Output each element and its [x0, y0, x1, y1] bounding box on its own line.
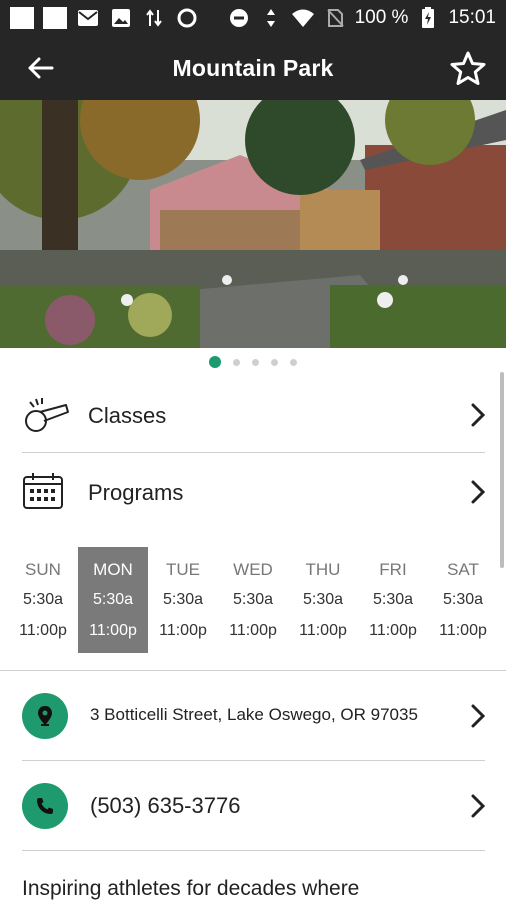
- carousel-dot[interactable]: [252, 358, 259, 366]
- notification-square-icon: [43, 7, 67, 29]
- close-time: 11:00p: [439, 622, 487, 639]
- address-text: 3 Botticelli Street, Lake Oswego, OR 970…: [90, 705, 418, 724]
- carousel-indicator: [0, 352, 506, 372]
- close-time: 11:00p: [89, 622, 137, 639]
- chevron-right-icon: [470, 479, 486, 505]
- chevron-right-icon: [470, 703, 486, 729]
- phone-row[interactable]: (503) 635-3776: [0, 780, 506, 832]
- chevron-right-icon: [470, 402, 486, 428]
- open-time: 5:30a: [442, 591, 484, 608]
- wifi-icon: [291, 7, 315, 29]
- data-arrows-icon: [259, 7, 283, 29]
- classes-row[interactable]: Classes: [0, 385, 506, 445]
- carousel-dot-active[interactable]: [209, 356, 221, 368]
- status-bar: 100 % 15:01: [0, 0, 506, 36]
- programs-row[interactable]: Programs: [0, 462, 506, 522]
- description-text: Inspiring athletes for decades where: [22, 877, 360, 900]
- close-time: 11:00p: [369, 622, 417, 639]
- divider: [22, 760, 485, 761]
- notification-square-icon: [10, 7, 34, 29]
- open-time: 5:30a: [22, 591, 64, 608]
- arrow-left-icon: [28, 57, 54, 79]
- open-time: 5:30a: [232, 591, 274, 608]
- address-row[interactable]: 3 Botticelli Street, Lake Oswego, OR 970…: [0, 690, 506, 742]
- sync-circle-icon: [175, 7, 199, 29]
- location-pin-icon: [22, 693, 68, 739]
- programs-label: Programs: [88, 480, 184, 505]
- data-transfer-icon: [142, 7, 166, 29]
- chevron-right-icon: [470, 793, 486, 819]
- battery-charging-icon: [416, 7, 440, 29]
- gmail-icon: [76, 7, 100, 29]
- no-sim-icon: [323, 7, 347, 29]
- day-column[interactable]: FRI 5:30a 11:00p: [358, 547, 428, 653]
- day-column[interactable]: SAT 5:30a 11:00p: [428, 547, 498, 653]
- day-name: WED: [233, 560, 273, 579]
- carousel-dot[interactable]: [271, 358, 278, 366]
- day-name: THU: [305, 560, 341, 579]
- phone-icon: [22, 783, 68, 829]
- day-name: SAT: [447, 560, 479, 579]
- classes-label: Classes: [88, 403, 167, 428]
- divider: [22, 850, 485, 851]
- image-icon: [109, 7, 133, 29]
- close-time: 11:00p: [299, 622, 347, 639]
- close-time: 11:00p: [19, 622, 67, 639]
- notification-icons: [10, 7, 199, 29]
- phone-text: (503) 635-3776: [90, 793, 241, 818]
- day-name: TUE: [166, 560, 200, 579]
- hero-image[interactable]: [0, 100, 506, 348]
- open-time: 5:30a: [92, 591, 134, 608]
- day-column[interactable]: TUE 5:30a 11:00p: [148, 547, 218, 653]
- day-name: SUN: [25, 560, 61, 579]
- day-column[interactable]: SUN 5:30a 11:00p: [8, 547, 78, 653]
- scrollbar[interactable]: [500, 372, 504, 568]
- close-time: 11:00p: [159, 622, 207, 639]
- app-bar: Mountain Park: [0, 36, 506, 100]
- star-outline-icon: [450, 51, 486, 85]
- day-column-selected[interactable]: MON 5:30a 11:00p: [78, 547, 148, 653]
- battery-level: 100 %: [354, 7, 409, 28]
- divider: [22, 452, 485, 453]
- page-title: Mountain Park: [172, 54, 334, 81]
- close-time: 11:00p: [229, 622, 277, 639]
- calendar-icon: [22, 472, 64, 510]
- favorite-button[interactable]: [448, 48, 488, 88]
- system-icons: 100 % 15:01: [227, 7, 496, 29]
- whistle-icon: [22, 393, 70, 433]
- carousel-dot[interactable]: [290, 358, 297, 366]
- divider: [0, 670, 506, 671]
- park-photo: [0, 100, 506, 348]
- back-button[interactable]: [22, 50, 58, 86]
- hours-table: SUN 5:30a 11:00p MON 5:30a 11:00p TUE 5:…: [8, 547, 498, 653]
- day-name: FRI: [379, 560, 407, 579]
- open-time: 5:30a: [302, 591, 344, 608]
- open-time: 5:30a: [162, 591, 204, 608]
- open-time: 5:30a: [372, 591, 414, 608]
- day-column[interactable]: THU 5:30a 11:00p: [288, 547, 358, 653]
- carousel-dot[interactable]: [233, 358, 240, 366]
- clock: 15:01: [448, 7, 496, 28]
- do-not-disturb-icon: [227, 7, 251, 29]
- day-name: MON: [93, 560, 133, 579]
- day-column[interactable]: WED 5:30a 11:00p: [218, 547, 288, 653]
